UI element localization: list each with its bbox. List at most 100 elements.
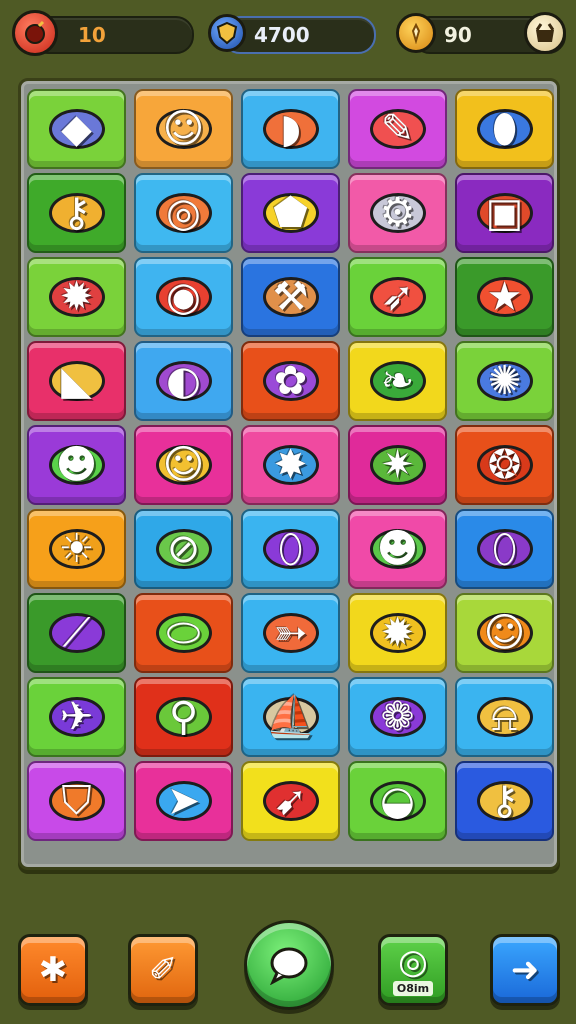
fish-icon: ➳ xyxy=(273,610,308,656)
bird-icon: ◒ xyxy=(380,778,415,824)
critter-icon: ☺ xyxy=(483,610,526,656)
game-tile[interactable]: ◆ xyxy=(27,89,126,169)
game-tile[interactable]: ⚷ xyxy=(27,173,126,253)
refresh-button[interactable]: ◎ O8im xyxy=(378,934,448,1006)
game-tile[interactable]: ◒ xyxy=(348,761,447,841)
tile-grid: ◆ ☺ ◗ ✎ ⬮ ⚷ ◎ ⬟ ⚙ ▣ ✹ ◉ ⚒ ➶ ★ ◣ ◐ ✿ ❧ ✺ ☻ ☺ ✸ ✷ ❂ ☀ ⊘ ⬯ ☻ ⬯ ⟋ ⬭ ➳ ✹ ☺ ✈ ⚲ ⛵ ❁ ⍾… xyxy=(27,89,554,841)
frog-icon: ☻ xyxy=(376,526,419,572)
game-tile[interactable]: ◣ xyxy=(27,341,126,421)
lives-value: 10 xyxy=(78,23,106,47)
game-tile[interactable]: ✹ xyxy=(27,257,126,337)
game-tile[interactable]: ✺ xyxy=(455,341,554,421)
ghost-icon: ✿ xyxy=(273,358,308,404)
puzzle-button[interactable]: ✱ xyxy=(18,934,88,1006)
top-hud: 10 4700 90 xyxy=(0,10,576,58)
game-tile[interactable]: ⚒ xyxy=(241,257,340,337)
score-value: 4700 xyxy=(254,23,310,47)
game-tile[interactable]: ✎ xyxy=(348,89,447,169)
game-tile[interactable]: ❧ xyxy=(348,341,447,421)
game-tile[interactable]: ◉ xyxy=(134,257,233,337)
bomb-bird-icon: ◐ xyxy=(166,358,201,404)
star-icon: ★ xyxy=(486,274,523,320)
game-tile[interactable]: ⬯ xyxy=(241,509,340,589)
game-tile[interactable]: ✹ xyxy=(348,593,447,673)
paper-plane-icon: ➤ xyxy=(166,778,201,824)
lightbulb-icon: ⬯ xyxy=(491,526,518,572)
game-tile[interactable]: ❂ xyxy=(455,425,554,505)
game-tile[interactable]: ⛵ xyxy=(241,677,340,757)
game-tile[interactable]: ❁ xyxy=(348,677,447,757)
magic-wand-icon: ✐ xyxy=(148,950,178,990)
shield-emblem-icon: ⛉ xyxy=(61,778,92,824)
game-tile[interactable]: ⬮ xyxy=(455,89,554,169)
magic-wand-button[interactable]: ✐ xyxy=(128,934,198,1006)
germ-icon: ✸ xyxy=(273,442,308,488)
game-tile[interactable]: ➶ xyxy=(348,257,447,337)
lion-icon: ☀ xyxy=(58,526,95,572)
chat-bubble-icon xyxy=(270,947,308,985)
game-tile[interactable]: ✈ xyxy=(27,677,126,757)
horn-icon: ◣ xyxy=(61,358,92,404)
gear-icon: ⚙ xyxy=(379,190,416,236)
planet-icon: ⊘ xyxy=(166,526,201,572)
arrow-right-icon: ➜ xyxy=(510,950,540,990)
monster-mouth-icon: ◉ xyxy=(166,274,201,320)
coin-icon xyxy=(396,13,436,53)
helmet-icon: ◗ xyxy=(279,106,302,152)
key-icon: ⚷ xyxy=(61,190,92,236)
game-tile[interactable]: ⊘ xyxy=(134,509,233,589)
game-tile[interactable]: ⟋ xyxy=(27,593,126,673)
bone-icon: ⚷ xyxy=(489,778,520,824)
hammer-icon: ⚒ xyxy=(272,274,309,320)
game-tile[interactable]: ⬟ xyxy=(241,173,340,253)
lollipop-icon: ⚲ xyxy=(168,694,199,740)
game-tile[interactable]: ◐ xyxy=(134,341,233,421)
game-tile[interactable]: ⬭ xyxy=(134,593,233,673)
baton-icon: ⟋ xyxy=(62,610,91,656)
smiley-icon: ☺ xyxy=(162,106,205,152)
shield-icon xyxy=(208,14,246,52)
lemon-face-icon: ☺ xyxy=(162,442,205,488)
center-action-button[interactable] xyxy=(244,920,334,1010)
game-tile[interactable]: ➤ xyxy=(134,761,233,841)
game-tile[interactable]: ✿ xyxy=(241,341,340,421)
spiral-icon: ❂ xyxy=(487,442,522,488)
shop-icon[interactable] xyxy=(524,12,566,54)
game-tile[interactable]: ★ xyxy=(455,257,554,337)
game-tile[interactable]: ⬯ xyxy=(455,509,554,589)
game-tile[interactable]: ☻ xyxy=(27,425,126,505)
game-tile[interactable]: ➳ xyxy=(241,593,340,673)
shell-icon: ◆ xyxy=(61,106,92,152)
rocket-icon: ➶ xyxy=(380,274,415,320)
capsule-icon: ⬮ xyxy=(491,106,518,152)
game-tile[interactable]: ☺ xyxy=(455,593,554,673)
coins-value: 90 xyxy=(444,23,472,47)
refresh-icon: ◎ xyxy=(398,941,428,982)
refresh-label: O8im xyxy=(392,980,434,996)
jet-icon: ✈ xyxy=(59,694,94,740)
boat-icon: ⛵ xyxy=(265,694,316,740)
game-tile[interactable]: ☺ xyxy=(134,425,233,505)
next-button[interactable]: ➜ xyxy=(490,934,560,1006)
game-tile[interactable]: ◗ xyxy=(241,89,340,169)
game-tile[interactable]: ⚲ xyxy=(134,677,233,757)
bomb-icon xyxy=(12,10,58,56)
virus-icon: ✺ xyxy=(487,358,522,404)
game-tile[interactable]: ➹ xyxy=(241,761,340,841)
shard-icon: ➹ xyxy=(273,778,308,824)
game-tile[interactable]: ☀ xyxy=(27,509,126,589)
game-tile[interactable]: ☺ xyxy=(134,89,233,169)
game-tile[interactable]: ✸ xyxy=(241,425,340,505)
game-tile[interactable]: ⚷ xyxy=(455,761,554,841)
game-tile[interactable]: ☻ xyxy=(348,509,447,589)
game-tile[interactable]: ✷ xyxy=(348,425,447,505)
game-tile[interactable]: ⍾ xyxy=(455,677,554,757)
game-tile[interactable]: ⛉ xyxy=(27,761,126,841)
game-tile[interactable]: ◎ xyxy=(134,173,233,253)
game-tile[interactable]: ⚙ xyxy=(348,173,447,253)
splat-icon: ✹ xyxy=(59,274,94,320)
crayon-icon: ✎ xyxy=(380,106,415,152)
game-tile[interactable]: ▣ xyxy=(455,173,554,253)
sun-face-icon: ✷ xyxy=(380,442,415,488)
cheese-icon: ⬟ xyxy=(273,190,308,236)
